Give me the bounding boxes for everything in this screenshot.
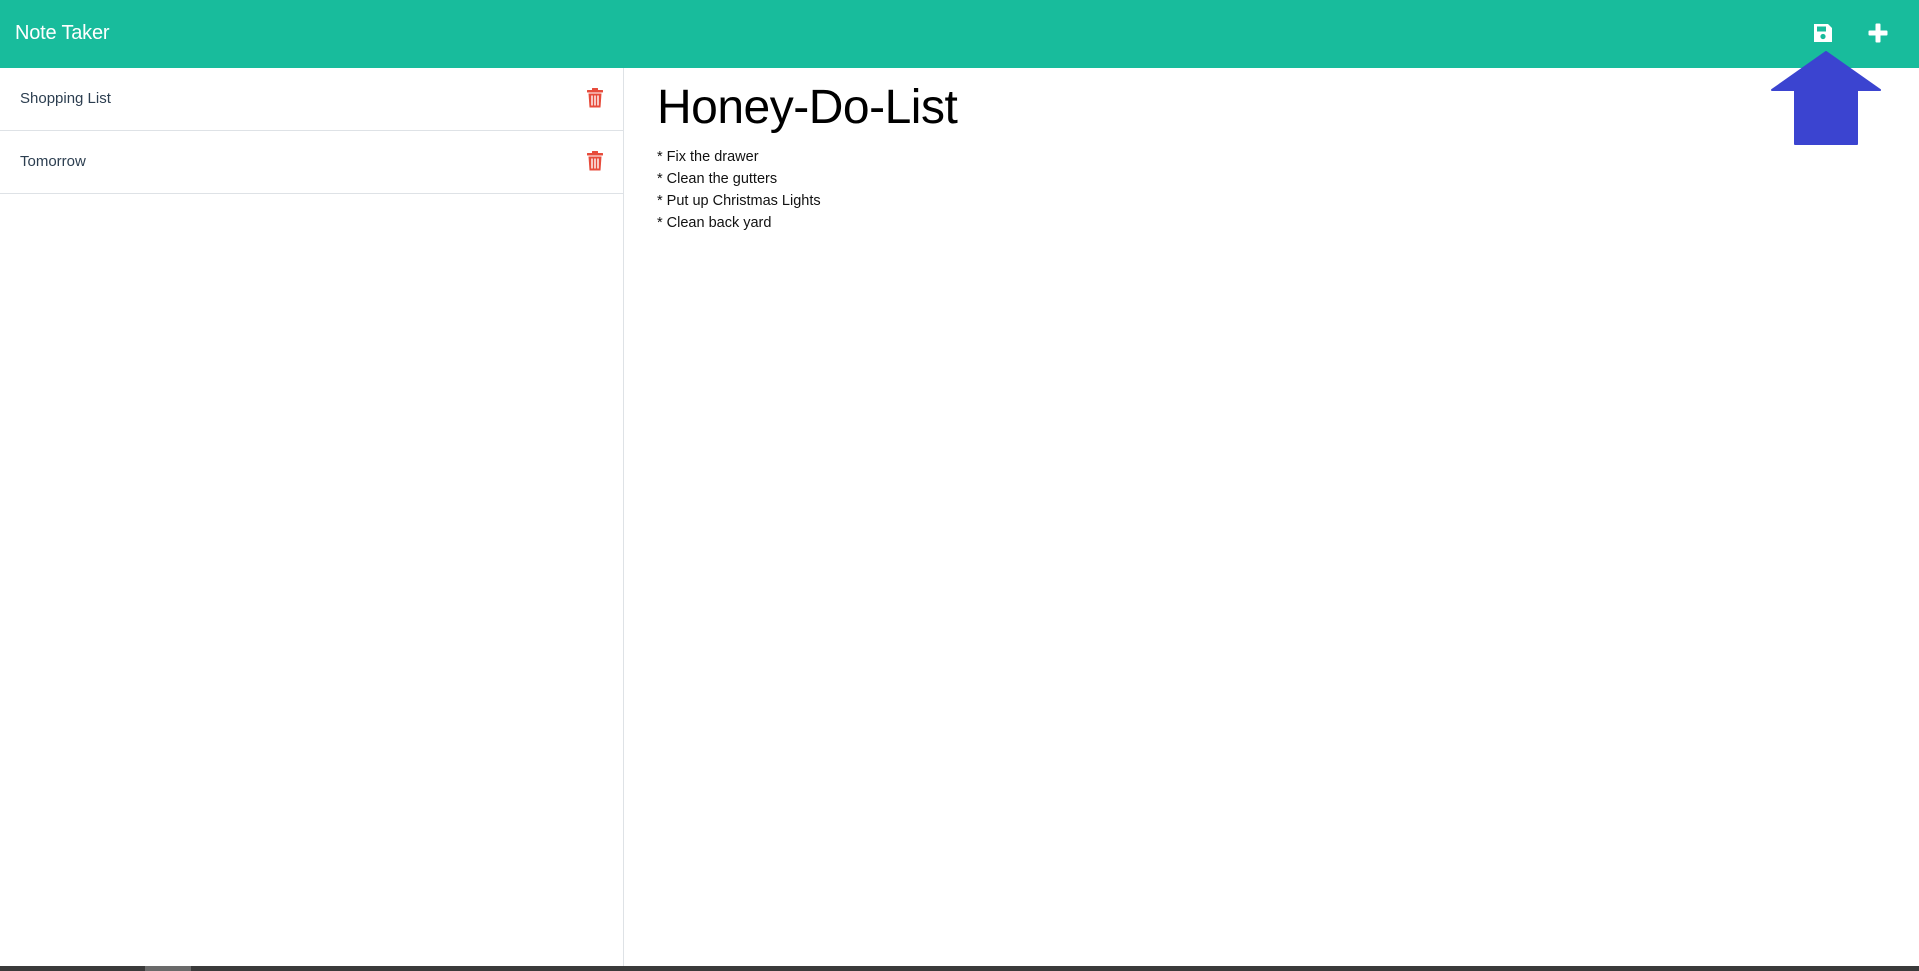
trash-icon[interactable] bbox=[585, 149, 605, 173]
note-list-item-title[interactable]: Shopping List bbox=[20, 68, 111, 130]
note-list-item[interactable]: Tomorrow bbox=[0, 131, 623, 194]
note-text-area[interactable]: * Fix the drawer * Clean the gutters * P… bbox=[657, 146, 821, 234]
scrollbar-thumb[interactable] bbox=[145, 966, 191, 971]
note-title-input[interactable]: Honey-Do-List bbox=[657, 76, 958, 140]
up-arrow-icon bbox=[1771, 51, 1881, 145]
new-note-icon[interactable] bbox=[1863, 18, 1893, 48]
note-editor: Honey-Do-List * Fix the drawer * Clean t… bbox=[625, 68, 1919, 966]
note-list-item-title[interactable]: Tomorrow bbox=[20, 131, 86, 193]
navbar: Note Taker bbox=[0, 0, 1919, 68]
note-list: Shopping List Tomorrow bbox=[0, 68, 624, 966]
note-list-item[interactable]: Shopping List bbox=[0, 68, 623, 131]
trash-icon[interactable] bbox=[585, 86, 605, 110]
horizontal-scrollbar[interactable] bbox=[0, 966, 1919, 971]
save-note-icon[interactable] bbox=[1808, 18, 1838, 48]
app-title[interactable]: Note Taker bbox=[15, 0, 110, 68]
